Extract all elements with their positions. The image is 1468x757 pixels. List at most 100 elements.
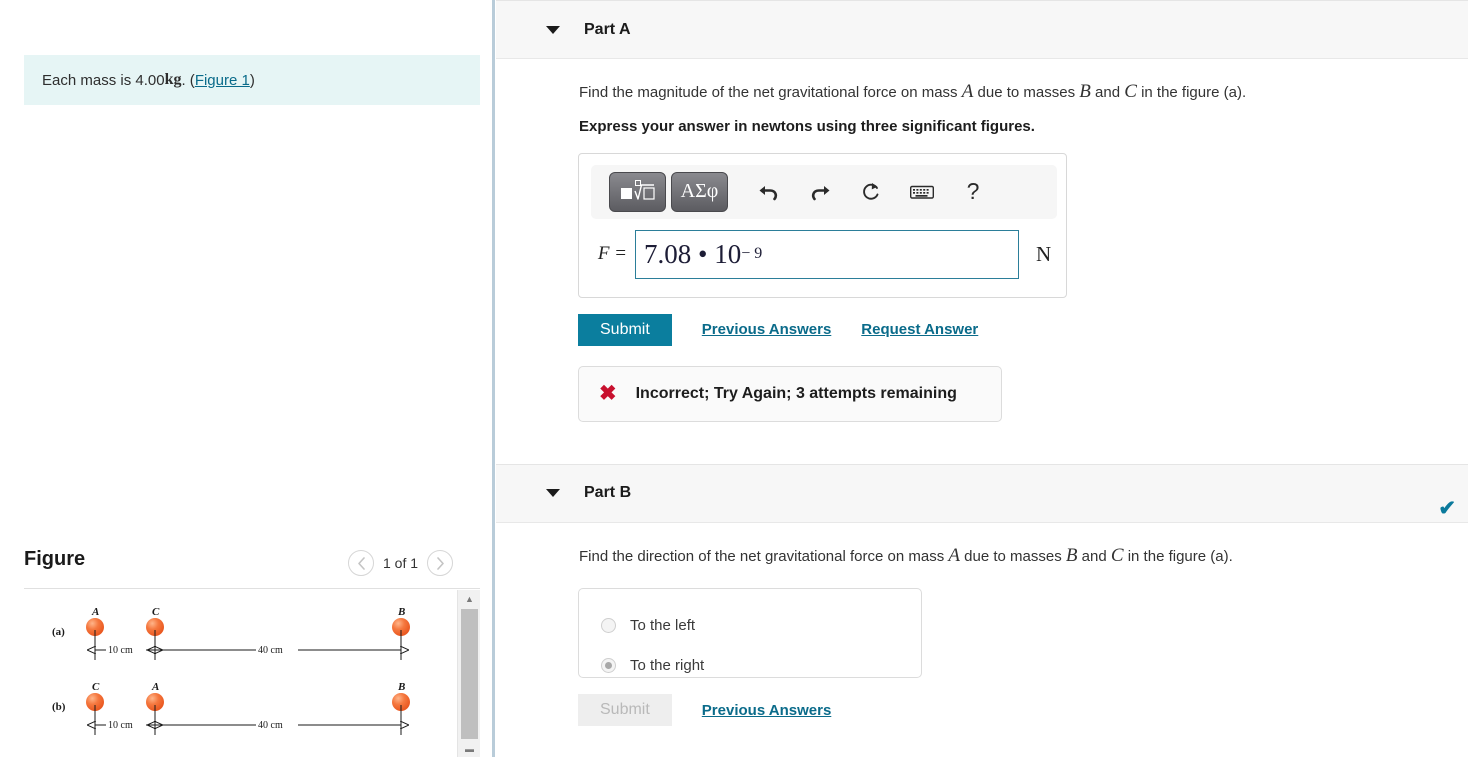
keyboard-button[interactable]	[899, 172, 945, 212]
part-b-previous-answers-link[interactable]: Previous Answers	[702, 702, 832, 719]
part-a-header[interactable]: Part A	[496, 0, 1468, 59]
svg-text:B: B	[397, 606, 405, 618]
part-b-question: Find the direction of the net gravitatio…	[579, 543, 1468, 569]
part-b-header[interactable]: Part B ✔	[496, 463, 1468, 523]
radio-label-left: To the left	[630, 616, 696, 634]
scroll-down-arrow-icon[interactable]: ▬	[458, 740, 480, 757]
caret-down-icon[interactable]	[546, 25, 560, 34]
qb-mid1: due to masses	[959, 547, 1066, 565]
svg-text:C: C	[152, 606, 160, 618]
problem-page: Each mass is 4.00 kg. (Figure 1) Figure …	[0, 0, 1468, 757]
figure-divider	[24, 588, 480, 589]
svg-text:A: A	[91, 606, 99, 618]
figure-1-link[interactable]: Figure 1	[195, 72, 250, 89]
reset-button[interactable]	[848, 172, 894, 212]
intro-unit-kg: kg	[164, 71, 182, 88]
svg-text:A: A	[151, 681, 159, 693]
intro-text-prefix: Each mass is 4.00	[42, 71, 165, 89]
figure-navigation: 1 of 1	[348, 550, 454, 576]
q-var-a: A	[961, 81, 974, 102]
undo-button[interactable]	[746, 172, 792, 212]
qb-var-c: C	[1110, 544, 1124, 566]
left-panel: Each mass is 4.00 kg. (Figure 1) Figure …	[0, 0, 492, 757]
svg-text:C: C	[92, 681, 100, 693]
part-b-options: To the left To the right	[578, 588, 922, 679]
svg-text:B: B	[397, 681, 405, 693]
q-post: in the figure (a).	[1136, 84, 1247, 101]
q-mid1: due to masses	[973, 84, 1080, 101]
svg-text:(a): (a)	[52, 626, 65, 638]
undo-icon	[759, 185, 778, 200]
qb-mid2: and	[1077, 547, 1111, 565]
part-a-actions: Submit Previous Answers Request Answer	[578, 313, 1468, 346]
intro-text-suffix: )	[249, 71, 255, 89]
part-a-answer-box: ΑΣφ ? F = 7.08 • 10 − 9 N	[578, 152, 1067, 298]
q-mid2: and	[1090, 84, 1125, 101]
part-a-question: Find the magnitude of the net gravitatio…	[579, 79, 1468, 105]
part-a-feedback: ✖ Incorrect; Try Again; 3 attempts remai…	[578, 365, 1002, 422]
svg-text:10 cm: 10 cm	[108, 720, 133, 731]
figure-panel-title: Figure	[24, 548, 86, 570]
scroll-up-arrow-icon[interactable]: ▲	[458, 590, 480, 607]
qb-post: in the figure (a).	[1123, 547, 1233, 565]
qb-var-b: B	[1065, 544, 1078, 566]
q-pre: Find the magnitude of the net gravitatio…	[579, 84, 962, 101]
redo-button[interactable]	[797, 172, 843, 212]
part-b-actions: Submit Previous Answers	[578, 694, 1468, 727]
math-template-button[interactable]	[609, 171, 666, 212]
scrollbar-thumb[interactable]	[461, 609, 478, 739]
part-a-submit-button[interactable]: Submit	[578, 313, 672, 346]
figure-viewport: (a) A C B 10 cm 40 cm (b) C A B 10 cm 40…	[24, 590, 480, 757]
answer-mantissa: 7.08 • 10	[644, 238, 742, 269]
q-var-b: B	[1079, 81, 1091, 102]
right-panel: Part A Find the magnitude of the net gra…	[496, 0, 1468, 757]
feedback-message: Incorrect; Try Again; 3 attempts remaini…	[635, 384, 957, 402]
q-var-c: C	[1124, 81, 1137, 102]
part-b-label: Part B	[584, 484, 632, 502]
figure-row-b: (b) C A B 10 cm 40 cm	[52, 681, 410, 735]
help-icon: ?	[966, 178, 980, 205]
chevron-left-icon	[357, 556, 365, 570]
part-a-previous-answers-link[interactable]: Previous Answers	[702, 321, 832, 338]
x-mark-icon: ✖	[599, 382, 617, 406]
redo-icon	[811, 185, 830, 200]
math-template-icon	[620, 179, 655, 200]
qb-var-a: A	[948, 544, 960, 566]
answer-exponent: − 9	[741, 245, 763, 263]
part-b-submit-button: Submit	[578, 694, 672, 727]
problem-intro-banner: Each mass is 4.00 kg. (Figure 1)	[24, 55, 480, 105]
caret-down-icon[interactable]	[546, 489, 560, 498]
answer-unit: N	[1036, 241, 1052, 266]
figure-scrollbar[interactable]: ▲ ▬	[457, 590, 480, 757]
radio-option-left[interactable]: To the left	[601, 605, 921, 645]
keyboard-icon	[910, 185, 934, 199]
part-a-request-answer-link[interactable]: Request Answer	[861, 321, 978, 338]
svg-text:40 cm: 40 cm	[258, 645, 283, 656]
radio-button-unselected[interactable]	[601, 617, 616, 633]
math-editor-toolbar: ΑΣφ ?	[591, 164, 1057, 219]
figure-row-a: (a) A C B 10 cm 40 cm	[52, 606, 410, 660]
answer-input-row: F = 7.08 • 10− 9 N	[591, 229, 1052, 279]
help-button[interactable]: ?	[950, 172, 996, 212]
answer-input[interactable]: 7.08 • 10− 9	[635, 229, 1019, 279]
radio-label-right: To the right	[630, 656, 705, 674]
figure-counter: 1 of 1	[383, 555, 419, 571]
svg-text:10 cm: 10 cm	[108, 645, 133, 656]
figure-prev-button[interactable]	[348, 550, 374, 576]
chevron-right-icon	[436, 556, 444, 570]
svg-text:(b): (b)	[52, 701, 66, 713]
check-mark-icon: ✔	[1438, 496, 1456, 520]
greek-symbols-button[interactable]: ΑΣφ	[671, 171, 728, 212]
svg-text:40 cm: 40 cm	[258, 720, 283, 731]
qb-pre: Find the direction of the net gravitatio…	[579, 547, 949, 565]
figure-next-button[interactable]	[427, 550, 454, 576]
radio-button-selected[interactable]	[601, 657, 616, 673]
figure-diagram: (a) A C B 10 cm 40 cm (b) C A B 10 cm 40…	[52, 606, 410, 735]
intro-text-mid: . (	[181, 71, 195, 89]
panel-divider	[492, 0, 495, 757]
radio-option-right[interactable]: To the right	[601, 645, 921, 685]
part-a-label: Part A	[584, 20, 631, 38]
reset-icon	[863, 183, 879, 200]
part-a-instruction: Express your answer in newtons using thr…	[579, 117, 1035, 135]
answer-variable-label: F =	[597, 243, 627, 265]
